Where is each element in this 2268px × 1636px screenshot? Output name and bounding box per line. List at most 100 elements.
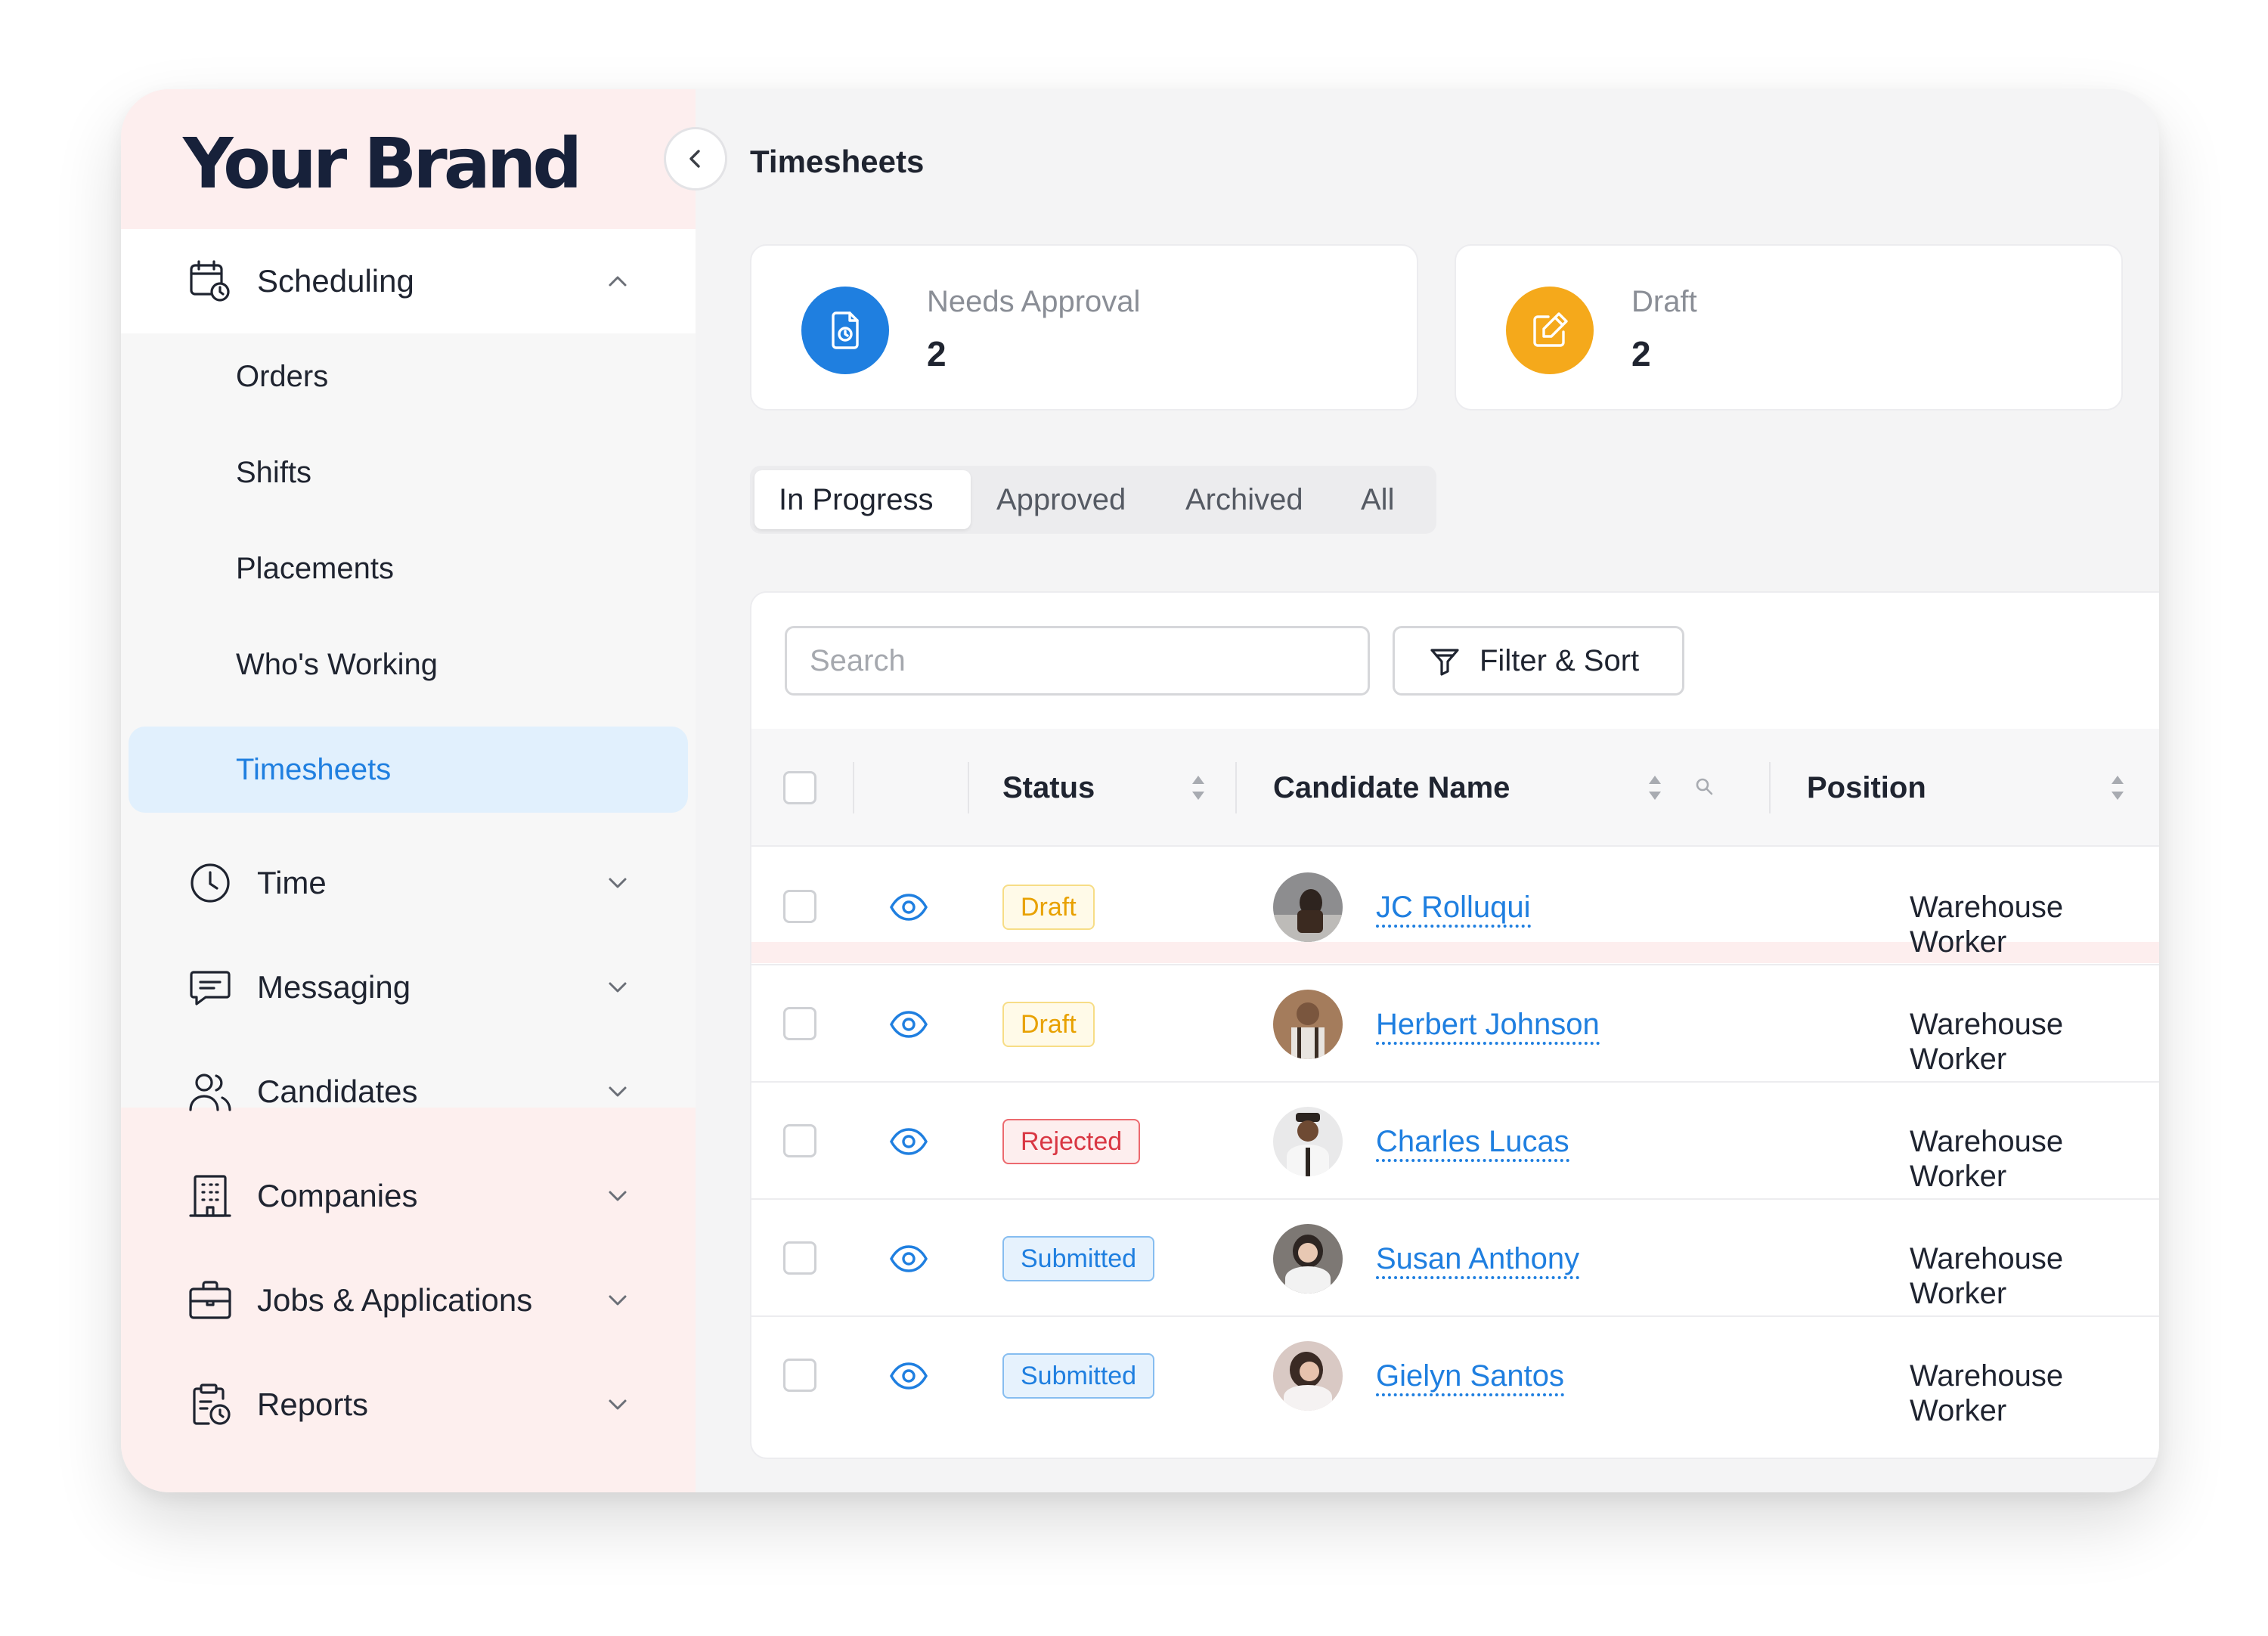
table-row[interactable]: Draft Herbert Johnson Warehouse Worker (751, 965, 2159, 1083)
position-cell: Warehouse Worker (1910, 1008, 2064, 1076)
sidebar-subitem-whos-working[interactable]: Who's Working (129, 621, 688, 708)
column-header-status[interactable]: Status (1002, 771, 1095, 805)
position-cell: Warehouse Worker (1910, 1359, 2064, 1427)
chevron-down-icon[interactable] (605, 974, 631, 1000)
sidebar-subitem-label: Orders (236, 359, 329, 393)
status-badge: Submitted (1002, 1353, 1155, 1399)
document-clock-icon (801, 287, 889, 374)
filter-sort-button[interactable]: Filter & Sort (1393, 626, 1684, 696)
eye-icon[interactable] (889, 892, 928, 922)
sidebar-item-label: Time (257, 865, 327, 900)
sort-icon[interactable] (2109, 773, 2126, 803)
candidate-name-link[interactable]: Susan Anthony (1376, 1241, 1580, 1279)
column-header-position[interactable]: Position (1807, 771, 1926, 805)
sidebar-subitem-orders[interactable]: Orders (129, 333, 688, 420)
sidebar-subitem-shifts[interactable]: Shifts (129, 429, 688, 516)
sidebar-item-scheduling[interactable]: Scheduling (121, 229, 696, 333)
building-icon (189, 1175, 231, 1217)
chevron-down-icon[interactable] (605, 1392, 631, 1418)
sidebar-item-label: Messaging (257, 969, 411, 1005)
sidebar-item-reports[interactable]: Reports (121, 1352, 696, 1457)
avatar (1273, 872, 1343, 942)
row-checkbox[interactable] (783, 1124, 816, 1157)
eye-icon[interactable] (889, 1126, 928, 1157)
timesheets-table-panel: Filter & Sort Status Candidate Name Posi… (750, 591, 2159, 1459)
column-divider (1769, 762, 1771, 813)
position-cell: Warehouse Worker (1910, 1242, 2064, 1310)
tab-archived[interactable]: Archived (1185, 470, 1303, 529)
avatar (1273, 990, 1343, 1059)
calendar-clock-icon (190, 260, 230, 302)
column-header-candidate-name[interactable]: Candidate Name (1273, 771, 1510, 805)
candidate-name-link[interactable]: Charles Lucas (1376, 1124, 1569, 1162)
chevron-down-icon[interactable] (605, 1183, 631, 1209)
sidebar-subitem-label: Shifts (236, 455, 312, 489)
eye-icon[interactable] (889, 1244, 928, 1274)
tab-approved[interactable]: Approved (996, 470, 1126, 529)
brand-logo[interactable]: Your Brand (183, 123, 582, 204)
tab-all[interactable]: All (1361, 470, 1394, 529)
sidebar-subitem-label: Timesheets (236, 752, 392, 786)
chevron-down-icon[interactable] (605, 1079, 631, 1105)
search-icon[interactable] (1693, 776, 1716, 798)
column-divider (1235, 762, 1237, 813)
sidebar-item-label: Candidates (257, 1074, 418, 1109)
sidebar-subitem-label: Who's Working (236, 647, 438, 681)
sidebar-item-label: Scheduling (257, 263, 414, 299)
eye-icon[interactable] (889, 1361, 928, 1391)
chevron-down-icon[interactable] (605, 870, 631, 896)
stat-card-needs-approval[interactable]: Needs Approval 2 (750, 244, 1418, 411)
avatar (1273, 1107, 1343, 1176)
message-icon (190, 971, 231, 1005)
page-title: Timesheets (750, 144, 925, 179)
select-all-checkbox[interactable] (783, 771, 816, 804)
edit-icon (1506, 287, 1594, 374)
clipboard-clock-icon (193, 1383, 231, 1425)
sidebar-subitem-timesheets[interactable]: Timesheets (129, 727, 688, 813)
candidate-name-link[interactable]: Herbert Johnson (1376, 1007, 1600, 1045)
sidebar-item-label: Companies (257, 1178, 418, 1213)
row-checkbox[interactable] (783, 890, 816, 923)
sort-icon[interactable] (1190, 773, 1207, 803)
status-badge: Draft (1002, 885, 1095, 930)
search-input[interactable] (785, 626, 1370, 696)
status-badge: Submitted (1002, 1236, 1155, 1281)
stat-label: Needs Approval (927, 285, 1141, 318)
table-row[interactable]: Rejected Charles Lucas Warehouse Worker (751, 1083, 2159, 1200)
sidebar-subitem-placements[interactable]: Placements (129, 525, 688, 612)
table-header: Status Candidate Name Position (751, 729, 2159, 847)
sidebar-item-time[interactable]: Time (121, 831, 696, 935)
sidebar-item-candidates[interactable]: Candidates (121, 1040, 696, 1144)
table-row[interactable]: Submitted Susan Anthony Warehouse Worker (751, 1200, 2159, 1317)
status-badge: Draft (1002, 1002, 1095, 1047)
tab-in-progress[interactable]: In Progress (754, 470, 971, 529)
stat-card-draft[interactable]: Draft 2 (1455, 244, 2123, 411)
chevron-up-icon[interactable] (605, 268, 631, 294)
brand-area: Your Brand (121, 89, 696, 229)
row-checkbox[interactable] (783, 1241, 816, 1275)
column-divider (853, 762, 854, 813)
row-checkbox[interactable] (783, 1359, 816, 1392)
sidebar-item-label: Reports (257, 1387, 369, 1422)
row-checkbox[interactable] (783, 1007, 816, 1040)
position-cell: Warehouse Worker (1910, 1125, 2064, 1193)
status-tabs: In Progress Approved Archived All (750, 466, 1436, 534)
chevron-down-icon[interactable] (605, 1287, 631, 1313)
app-window: Your Brand Scheduling Orders Shifts Plac… (121, 89, 2159, 1492)
table-row[interactable]: Submitted Gielyn Santos Warehouse Worker (751, 1317, 2159, 1434)
collapse-sidebar-button[interactable] (664, 127, 727, 191)
table-row[interactable]: Draft JC Rolluqui Warehouse Worker (751, 848, 2159, 965)
sort-icon[interactable] (1647, 773, 1663, 803)
candidate-name-link[interactable]: Gielyn Santos (1376, 1359, 1565, 1396)
avatar (1273, 1224, 1343, 1294)
filter-icon (1430, 649, 1459, 676)
avatar (1273, 1341, 1343, 1411)
stat-value: 2 (1631, 334, 1651, 373)
sidebar-item-jobs-applications[interactable]: Jobs & Applications (121, 1248, 696, 1352)
eye-icon[interactable] (889, 1009, 928, 1040)
sidebar-item-companies[interactable]: Companies (121, 1144, 696, 1248)
chevron-left-icon (689, 150, 700, 168)
candidate-name-link[interactable]: JC Rolluqui (1376, 890, 1531, 928)
clock-icon (191, 863, 230, 903)
sidebar-item-messaging[interactable]: Messaging (121, 935, 696, 1040)
